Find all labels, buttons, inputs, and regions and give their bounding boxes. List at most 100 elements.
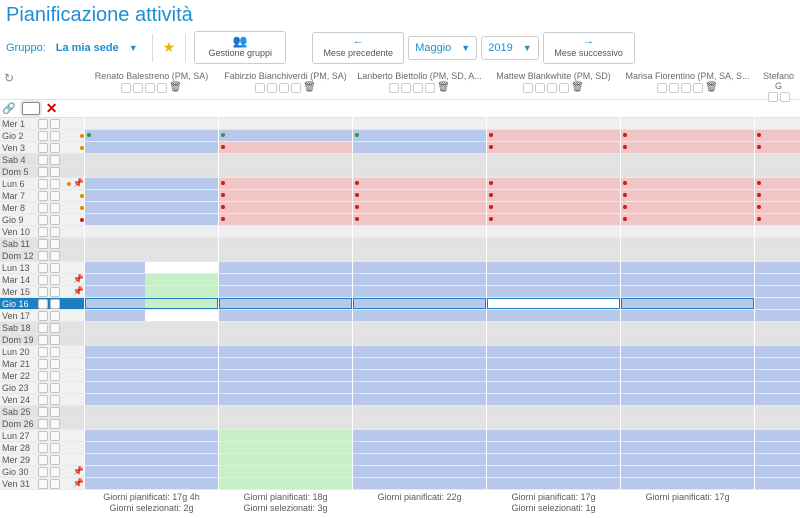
plan-cell[interactable] — [755, 322, 800, 334]
plan-cell[interactable] — [219, 298, 352, 310]
segment-icon[interactable] — [38, 359, 48, 369]
segment-icon[interactable] — [50, 203, 60, 213]
tool-icon[interactable] — [681, 83, 691, 93]
plan-cell[interactable] — [353, 130, 486, 142]
segment-icon[interactable] — [38, 155, 48, 165]
plan-cell[interactable] — [353, 202, 486, 214]
plan-cell[interactable] — [85, 382, 218, 394]
tool-icon[interactable] — [780, 92, 790, 102]
plan-cell[interactable] — [621, 166, 754, 178]
plan-cell[interactable] — [219, 310, 352, 322]
trash-icon[interactable]: 🗑 — [705, 82, 718, 93]
tool-icon[interactable] — [267, 83, 277, 93]
segment-icon[interactable] — [50, 287, 60, 297]
plan-cell[interactable] — [621, 250, 754, 262]
segment-icon[interactable] — [50, 431, 60, 441]
plan-cell[interactable] — [487, 226, 620, 238]
segment-icon[interactable] — [38, 263, 48, 273]
plan-cell[interactable] — [621, 418, 754, 430]
day-row[interactable]: Gio 30 📌 — [0, 466, 84, 478]
tool-icon[interactable] — [279, 83, 289, 93]
plan-cell[interactable] — [621, 406, 754, 418]
day-row[interactable]: Mar 28 — [0, 442, 84, 454]
trash-icon[interactable]: 🗑 — [169, 82, 182, 93]
plan-cell[interactable] — [621, 118, 754, 130]
cycle-icon[interactable]: ↻ — [4, 71, 14, 85]
plan-cell[interactable] — [353, 466, 486, 478]
segment-icon[interactable] — [50, 467, 60, 477]
group-picker[interactable]: La mia sede — [50, 42, 119, 54]
plan-cell[interactable] — [353, 346, 486, 358]
plan-cell[interactable] — [487, 418, 620, 430]
day-row[interactable]: Mar 21 — [0, 358, 84, 370]
manage-groups-button[interactable]: 👥 Gestione gruppi — [194, 31, 286, 64]
plan-cell[interactable] — [755, 154, 800, 166]
segment-icon[interactable] — [38, 191, 48, 201]
segment-icon[interactable] — [38, 299, 48, 309]
plan-cell[interactable] — [219, 406, 352, 418]
plan-cell[interactable] — [353, 226, 486, 238]
plan-cell[interactable] — [219, 154, 352, 166]
plan-cell[interactable] — [755, 406, 800, 418]
plan-cell[interactable] — [621, 202, 754, 214]
plan-cell[interactable] — [755, 262, 800, 274]
trash-icon[interactable]: 🗑 — [303, 82, 316, 93]
plan-cell[interactable] — [755, 130, 800, 142]
plan-cell[interactable] — [85, 418, 218, 430]
day-row[interactable]: Mer 15 📌 — [0, 286, 84, 298]
plan-cell[interactable] — [353, 442, 486, 454]
plan-cell[interactable] — [755, 238, 800, 250]
close-icon[interactable]: ✕ — [46, 100, 58, 117]
plan-cell[interactable] — [755, 346, 800, 358]
segment-icon[interactable] — [50, 263, 60, 273]
tool-icon[interactable] — [535, 83, 545, 93]
segment-icon[interactable] — [50, 155, 60, 165]
plan-cell[interactable] — [621, 154, 754, 166]
plan-cell[interactable] — [353, 238, 486, 250]
plan-cell[interactable] — [353, 454, 486, 466]
plan-cell[interactable] — [621, 310, 754, 322]
day-row[interactable]: Mer 29 — [0, 454, 84, 466]
segment-icon[interactable] — [38, 335, 48, 345]
plan-cell[interactable] — [353, 286, 486, 298]
person-header[interactable]: Marisa Fiorentino (PM, SA, S... 🗑 — [621, 70, 754, 100]
plan-cell[interactable] — [219, 346, 352, 358]
plan-cell[interactable] — [219, 202, 352, 214]
plan-cell[interactable] — [353, 190, 486, 202]
segment-icon[interactable] — [38, 467, 48, 477]
day-row[interactable]: Ven 10 — [0, 226, 84, 238]
plan-cell[interactable] — [487, 358, 620, 370]
plan-cell[interactable] — [487, 214, 620, 226]
day-row[interactable]: Sab 11 — [0, 238, 84, 250]
plan-cell[interactable] — [353, 166, 486, 178]
segment-icon[interactable] — [38, 203, 48, 213]
day-row[interactable]: Gio 2 — [0, 130, 84, 142]
tool-icon[interactable] — [413, 83, 423, 93]
plan-cell[interactable] — [353, 394, 486, 406]
plan-cell[interactable] — [621, 274, 754, 286]
plan-cell[interactable] — [85, 322, 218, 334]
plan-cell[interactable] — [353, 142, 486, 154]
plan-cell[interactable] — [487, 394, 620, 406]
day-row[interactable]: Mer 1 — [0, 118, 84, 130]
plan-cell[interactable] — [755, 190, 800, 202]
plan-cell[interactable] — [85, 130, 218, 142]
plan-cell[interactable] — [219, 382, 352, 394]
person-header[interactable]: Fabirzio Bianchiverdi (PM, SA) 🗑 — [219, 70, 352, 100]
segment-icon[interactable] — [38, 167, 48, 177]
plan-cell[interactable] — [755, 166, 800, 178]
segment-icon[interactable] — [38, 131, 48, 141]
plan-cell[interactable] — [487, 430, 620, 442]
plan-cell[interactable] — [353, 274, 486, 286]
person-header[interactable]: Mattew Blankwhite (PM, SD) 🗑 — [487, 70, 620, 100]
plan-cell[interactable] — [219, 190, 352, 202]
plan-cell[interactable] — [487, 442, 620, 454]
plan-cell[interactable] — [219, 454, 352, 466]
plan-cell[interactable] — [85, 406, 218, 418]
segment-icon[interactable] — [50, 299, 60, 309]
plan-cell[interactable] — [487, 406, 620, 418]
tool-icon[interactable] — [768, 92, 778, 102]
plan-cell[interactable] — [85, 370, 218, 382]
segment-icon[interactable] — [38, 395, 48, 405]
plan-cell[interactable] — [621, 478, 754, 490]
